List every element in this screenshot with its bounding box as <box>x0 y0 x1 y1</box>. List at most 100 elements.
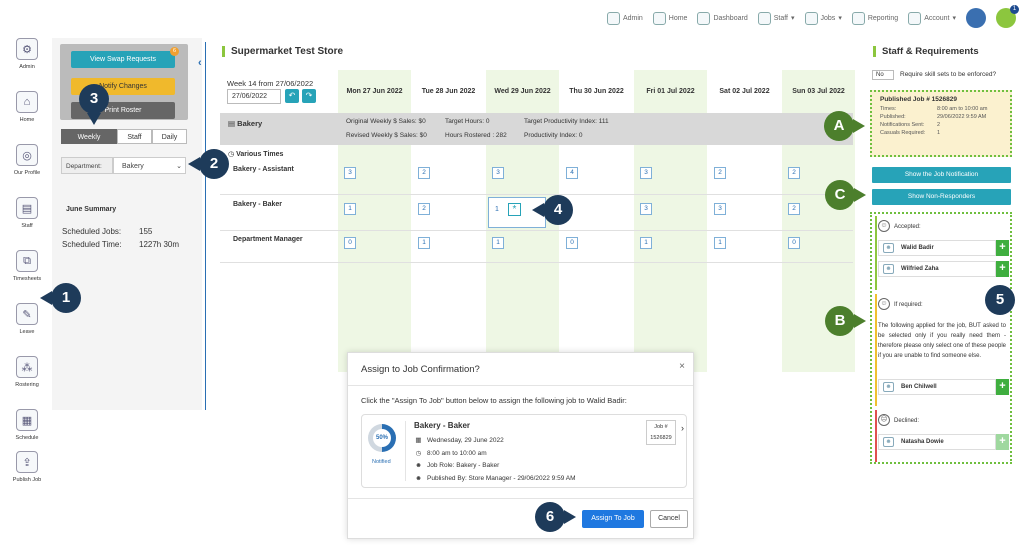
tab-daily[interactable]: Daily <box>152 129 187 144</box>
cloud-icon[interactable] <box>966 8 986 28</box>
nav-reporting[interactable]: Reporting <box>851 11 898 25</box>
view-swap-requests-button[interactable]: View Swap Requests 6 <box>71 47 179 68</box>
iconbar-item-rostering[interactable]: ⁂ Rostering <box>8 356 46 409</box>
notified-label: Notified <box>372 459 391 465</box>
iconbar-item-admin[interactable]: ⚙ Admin <box>8 38 46 91</box>
department-summary-band: ▤ Bakery Original Weekly $ Sales: $0 Rev… <box>220 113 853 145</box>
roster-cell[interactable]: 3 <box>640 167 652 179</box>
roster-cell[interactable]: 1 <box>640 237 652 249</box>
show-non-responders-button[interactable]: Show Non-Responders <box>872 189 1011 205</box>
roster-cell[interactable]: 2 <box>788 203 800 215</box>
pub-row: Published: 29/06/2022 9:59 AM <box>880 114 987 120</box>
summary-title: June Summary <box>66 206 117 213</box>
tab-weekly[interactable]: Weekly <box>61 129 117 144</box>
accepted-label: Accepted: <box>894 224 921 230</box>
if-required-stripe <box>875 294 877 406</box>
publish-job-icon: ⇪ <box>16 451 38 473</box>
rostering-icon: ⁂ <box>16 356 38 378</box>
roster-cell[interactable]: 3 <box>714 203 726 215</box>
assign-plus-button[interactable]: + <box>996 261 1009 277</box>
calendar-icon: ▦ <box>415 437 422 444</box>
chevron-down-icon: ▾ <box>838 15 842 22</box>
roster-cell[interactable]: 0 <box>344 237 356 249</box>
roster-cell[interactable]: 2 <box>418 203 430 215</box>
callout-a: A <box>824 111 854 141</box>
assign-plus-button[interactable]: + <box>996 379 1009 395</box>
gear-icon: ⚙ <box>16 38 38 60</box>
cancel-button[interactable]: Cancel <box>650 510 688 528</box>
staff-requirements-title: Staff & Requirements <box>873 46 979 57</box>
callout-c: C <box>825 180 855 210</box>
collapse-panel-icon[interactable]: ‹ <box>198 57 202 69</box>
roster-cell[interactable]: 1 <box>344 203 356 215</box>
user-icon: ☻ <box>883 437 894 447</box>
job-role: ☻ Job Role: Bakery - Baker <box>415 462 500 469</box>
row-label: Bakery - Assistant <box>233 166 294 173</box>
asterisk-icon[interactable]: * <box>508 203 521 216</box>
callout-3: 3 <box>79 84 109 114</box>
chevron-down-icon: ▾ <box>791 15 795 22</box>
user-avatar[interactable]: 1 <box>996 5 1019 28</box>
roster-cell[interactable]: 2 <box>418 167 430 179</box>
nav-admin[interactable]: Admin <box>606 11 643 25</box>
roster-cell[interactable]: 3 <box>344 167 356 179</box>
assign-plus-button-disabled[interactable]: + <box>996 434 1009 450</box>
schedule-icon: ▦ <box>16 409 38 431</box>
tab-staff[interactable]: Staff <box>117 129 152 144</box>
nav-home[interactable]: Home <box>652 11 687 25</box>
roster-cell[interactable]: 1 <box>714 237 726 249</box>
callout-pointer <box>87 113 101 125</box>
assign-to-job-button[interactable]: Assign To Job <box>582 510 644 528</box>
timesheet-icon: ⧉ <box>16 250 38 272</box>
callout-4: 4 <box>543 195 573 225</box>
notification-progress-gauge: 50% <box>368 424 396 452</box>
department-select[interactable]: Bakery ⌄ <box>113 157 186 174</box>
roster-cell[interactable]: 3 <box>640 203 652 215</box>
callout-b: B <box>825 306 855 336</box>
roster-cell[interactable]: 2 <box>788 167 800 179</box>
roster-cell[interactable]: 1 <box>492 237 504 249</box>
home-icon <box>652 11 666 25</box>
iconbar-item-schedule[interactable]: ▦ Schedule <box>8 409 46 451</box>
pub-row: Casuals Required: 1 <box>880 130 941 136</box>
reporting-icon <box>851 11 865 25</box>
roster-cell[interactable]: 0 <box>788 237 800 249</box>
job-published-by: ☻ Published By: Store Manager - 29/06/202… <box>415 475 576 482</box>
iconbar-item-leave[interactable]: ✎ Leave <box>8 303 46 356</box>
next-week-button[interactable]: ↷ <box>302 89 316 103</box>
iconbar-item-publish-job[interactable]: ⇪ Publish Job <box>8 451 46 504</box>
row-label: Department Manager <box>233 236 303 243</box>
roster-cell[interactable]: 3 <box>492 167 504 179</box>
job-summary-card: 50% Notified Bakery - Baker ▦ Wednesday, … <box>361 414 687 488</box>
week-date-input[interactable]: 27/06/2022 <box>227 89 281 104</box>
card-divider <box>405 421 406 481</box>
callout-pointer <box>40 291 52 305</box>
roster-cell[interactable]: 4 <box>566 167 578 179</box>
account-icon <box>908 11 922 25</box>
view-tabs: Weekly Staff Daily <box>61 129 187 144</box>
chevron-down-icon: ⌄ <box>176 163 182 170</box>
skill-sets-toggle[interactable]: No <box>872 70 894 80</box>
nav-account[interactable]: Account ▾ <box>908 11 956 25</box>
chevron-right-icon[interactable]: › <box>681 423 684 433</box>
accepted-stripe <box>875 216 877 290</box>
roster-cell[interactable]: 2 <box>714 167 726 179</box>
assign-plus-button[interactable]: + <box>996 240 1009 256</box>
iconbar-item-staff[interactable]: ▤ Staff <box>8 197 46 250</box>
nav-dashboard[interactable]: Dashboard <box>697 11 748 25</box>
iconbar-item-home[interactable]: ⌂ Home <box>8 91 46 144</box>
close-icon[interactable]: × <box>679 361 685 372</box>
job-title: Bakery - Baker <box>414 421 471 430</box>
iconbar-item-profile[interactable]: ◎ Our Profile <box>8 144 46 197</box>
roster-cell[interactable]: 0 <box>566 237 578 249</box>
roster-cell[interactable]: 1 <box>418 237 430 249</box>
sad-face-icon: ☹ <box>878 414 890 426</box>
department-title: ▤ Bakery <box>228 119 263 128</box>
nav-staff[interactable]: Staff ▾ <box>757 11 795 25</box>
nav-jobs[interactable]: Jobs ▾ <box>804 11 842 25</box>
rostering-page: Admin Home Dashboard Staff ▾ Jobs ▾ Report… <box>0 0 1024 546</box>
pub-row: Times: 8:00 am to 10:00 am <box>880 106 988 112</box>
dashboard-icon <box>697 11 711 25</box>
previous-week-button[interactable]: ↶ <box>285 89 299 103</box>
show-job-notification-button[interactable]: Show the Job Notification <box>872 167 1011 183</box>
